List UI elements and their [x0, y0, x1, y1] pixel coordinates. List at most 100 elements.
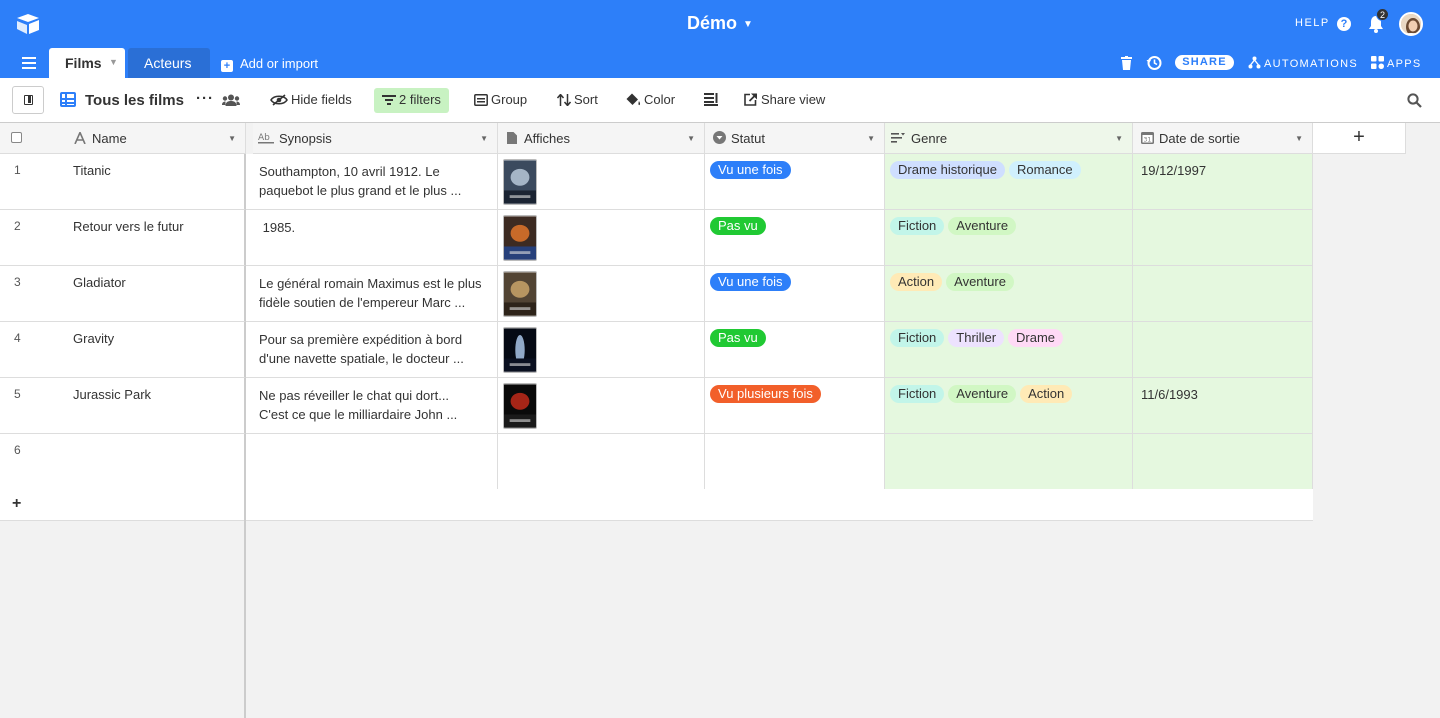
- column-header-name[interactable]: Name ▼: [0, 123, 246, 154]
- cell-statut[interactable]: [705, 434, 885, 490]
- column-header-date[interactable]: 31 Date de sortie ▼: [1133, 123, 1313, 154]
- view-switcher[interactable]: Tous les films: [60, 92, 184, 109]
- chevron-down-icon[interactable]: ▼: [687, 134, 695, 143]
- cell-affiches[interactable]: [498, 322, 705, 378]
- select-all-checkbox[interactable]: [11, 132, 22, 143]
- cell-synopsis[interactable]: Le général romain Maximus est le plus fi…: [246, 266, 498, 322]
- color-button[interactable]: Color: [618, 88, 683, 113]
- cell-date[interactable]: [1133, 210, 1313, 266]
- trash-icon[interactable]: [1121, 56, 1132, 70]
- cell-genre[interactable]: Drame historique Romance: [885, 154, 1133, 210]
- genre-tag: Drame historique: [890, 161, 1005, 179]
- cell-name[interactable]: 4 Gravity: [0, 322, 246, 378]
- cell-name[interactable]: 3 Gladiator: [0, 266, 246, 322]
- sidebar-toggle-button[interactable]: [12, 86, 44, 114]
- cell-affiches[interactable]: [498, 210, 705, 266]
- cell-date[interactable]: [1133, 266, 1313, 322]
- tab-films[interactable]: Films ▼: [49, 48, 125, 78]
- cell-affiches[interactable]: [498, 434, 705, 490]
- column-header-synopsis[interactable]: Ab Synopsis ▼: [253, 123, 498, 154]
- column-header-statut[interactable]: Statut ▼: [705, 123, 885, 154]
- menu-icon[interactable]: [22, 57, 36, 69]
- sort-button[interactable]: Sort: [549, 88, 606, 113]
- cell-genre[interactable]: [885, 434, 1133, 490]
- add-or-import-button[interactable]: + Add or import: [221, 56, 318, 72]
- cell-name[interactable]: 1 Titanic: [0, 154, 246, 210]
- share-button[interactable]: SHARE: [1175, 55, 1234, 70]
- chevron-down-icon[interactable]: ▼: [867, 134, 875, 143]
- cell-date[interactable]: 19/12/1997: [1133, 154, 1313, 210]
- svg-text:31: 31: [1144, 137, 1152, 144]
- automations-button[interactable]: AUTOMATIONS: [1248, 56, 1358, 70]
- group-icon: [474, 94, 488, 106]
- search-icon[interactable]: [1407, 93, 1422, 108]
- cell-synopsis[interactable]: Southampton, 10 avril 1912. Le paquebot …: [246, 154, 498, 210]
- grid-view-icon: [60, 92, 76, 107]
- poster-thumbnail[interactable]: [503, 159, 537, 205]
- add-record-row[interactable]: +: [0, 489, 1313, 521]
- cell-date[interactable]: [1133, 434, 1313, 490]
- cell-name[interactable]: 6: [0, 434, 246, 490]
- cell-synopsis[interactable]: Ne pas réveiller le chat qui dort... C'e…: [246, 378, 498, 434]
- plus-icon[interactable]: +: [12, 495, 21, 513]
- svg-text:Ab: Ab: [258, 133, 270, 143]
- text-a-icon: [74, 132, 86, 144]
- cell-genre[interactable]: Fiction Aventure: [885, 210, 1133, 266]
- cell-name[interactable]: 2 Retour vers le futur: [0, 210, 246, 266]
- base-title[interactable]: Démo ▼: [687, 13, 753, 33]
- status-badge: Pas vu: [710, 329, 766, 347]
- add-field-button[interactable]: +: [1313, 123, 1406, 154]
- view-toolbar: Tous les films ··· Hide fields 2 filters…: [0, 78, 1440, 123]
- apps-button[interactable]: APPS: [1371, 56, 1422, 70]
- apps-icon: [1371, 56, 1384, 69]
- cell-date[interactable]: 11/6/1993: [1133, 378, 1313, 434]
- chevron-down-icon[interactable]: ▼: [480, 134, 488, 143]
- cell-synopsis[interactable]: [246, 434, 498, 490]
- cell-genre[interactable]: Fiction Thriller Drame: [885, 322, 1133, 378]
- chevron-down-icon[interactable]: ▼: [1295, 134, 1303, 143]
- genre-tag: Thriller: [948, 329, 1005, 347]
- chevron-down-icon[interactable]: ▼: [1115, 134, 1123, 143]
- cell-genre[interactable]: Action Aventure: [885, 266, 1133, 322]
- cell-affiches[interactable]: [498, 154, 705, 210]
- tab-acteurs[interactable]: Acteurs: [128, 48, 210, 78]
- cell-synopsis[interactable]: 1985.: [246, 210, 498, 266]
- poster-thumbnail[interactable]: [503, 383, 537, 429]
- help-link[interactable]: HELP: [1295, 17, 1330, 29]
- cell-synopsis[interactable]: Pour sa première expédition à bord d'une…: [246, 322, 498, 378]
- genre-tag: Aventure: [946, 273, 1014, 291]
- cell-statut[interactable]: Vu une fois: [705, 266, 885, 322]
- poster-thumbnail[interactable]: [503, 327, 537, 373]
- column-header-affiches[interactable]: Affiches ▼: [498, 123, 705, 154]
- hide-eye-icon: [270, 94, 288, 106]
- poster-thumbnail[interactable]: [503, 215, 537, 261]
- cell-statut[interactable]: Pas vu: [705, 322, 885, 378]
- cell-affiches[interactable]: [498, 378, 705, 434]
- chevron-down-icon[interactable]: ▼: [228, 134, 236, 143]
- chevron-down-icon[interactable]: ▼: [109, 57, 118, 67]
- poster-thumbnail[interactable]: [503, 271, 537, 317]
- column-header-genre[interactable]: Genre ▼: [885, 123, 1133, 154]
- cell-statut[interactable]: Vu plusieurs fois: [705, 378, 885, 434]
- more-options-icon[interactable]: ···: [196, 90, 214, 107]
- pane-divider: [244, 489, 246, 521]
- avatar[interactable]: [1399, 12, 1423, 36]
- collaborators-icon[interactable]: [222, 94, 240, 106]
- help-icon[interactable]: ?: [1337, 17, 1351, 31]
- history-icon[interactable]: [1146, 55, 1162, 71]
- group-button[interactable]: Group: [466, 88, 535, 113]
- paint-bucket-icon: [626, 93, 641, 106]
- cell-name[interactable]: 5 Jurassic Park: [0, 378, 246, 434]
- hide-fields-button[interactable]: Hide fields: [262, 88, 360, 113]
- cell-date[interactable]: [1133, 322, 1313, 378]
- cell-statut[interactable]: Vu une fois: [705, 154, 885, 210]
- row-height-button[interactable]: [696, 88, 726, 113]
- multi-select-icon: [891, 133, 905, 143]
- share-view-button[interactable]: Share view: [736, 88, 833, 113]
- cell-genre[interactable]: Fiction Aventure Action: [885, 378, 1133, 434]
- cell-affiches[interactable]: [498, 266, 705, 322]
- filter-button[interactable]: 2 filters: [374, 88, 449, 113]
- column-label: Affiches: [524, 131, 571, 146]
- airtable-logo-icon[interactable]: [16, 13, 40, 35]
- cell-statut[interactable]: Pas vu: [705, 210, 885, 266]
